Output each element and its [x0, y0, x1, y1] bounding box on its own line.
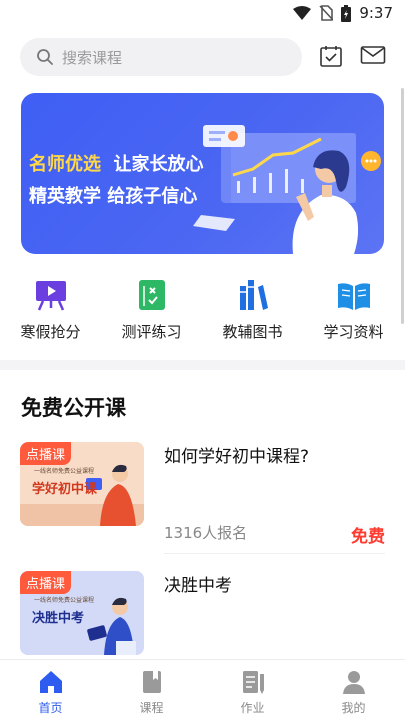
tab-label: 首页 — [38, 701, 63, 715]
tab-profile[interactable]: 我的 — [303, 660, 404, 720]
section-title: 免费公开课 — [21, 396, 126, 420]
exam-sheet-icon — [138, 280, 165, 310]
tab-home[interactable]: 首页 — [0, 660, 101, 720]
battery-icon — [341, 4, 352, 22]
banner-line-1: 名师优选 让家长放心 — [29, 154, 204, 175]
homework-icon — [242, 671, 264, 694]
presentation-icon — [35, 281, 66, 311]
books-icon — [239, 280, 268, 310]
course-price: 免费 — [351, 527, 385, 547]
course-separator — [164, 553, 385, 554]
tab-courses[interactable]: 课程 — [101, 660, 202, 720]
course-badge: 点播课 — [20, 442, 72, 465]
promo-banner[interactable]: 名师优选 让家长放心 精英教学 给孩子信心 — [21, 93, 384, 254]
thumbnail-subtitle: 一线名师免费公益课程 — [34, 468, 95, 475]
course-icon — [142, 671, 161, 693]
status-bar: 9:37 — [0, 0, 405, 28]
nav-label: 学习资料 — [323, 323, 384, 341]
course-badge: 点播课 — [20, 571, 72, 594]
wifi-icon — [293, 6, 312, 20]
course-enroll-count: 1316人报名 — [164, 524, 248, 542]
search-icon — [37, 49, 53, 65]
course-card[interactable]: 点播课 一线名师免费公益课程 学好初中课 如何学好初中课程? 1316人报名 免… — [0, 442, 405, 562]
nav-label: 教辅图书 — [222, 323, 283, 341]
calendar-check-icon[interactable] — [319, 44, 343, 68]
course-thumbnail: 点播课 一线名师免费公益课程 决胜中考 — [20, 571, 144, 655]
search-input[interactable]: 搜索课程 — [20, 38, 302, 76]
tab-label: 课程 — [139, 701, 164, 715]
no-sim-icon — [319, 5, 334, 21]
course-title: 决胜中考 — [164, 576, 232, 596]
header: 搜索课程 — [0, 36, 405, 78]
nav-item-study-materials[interactable]: 学习资料 — [303, 276, 404, 346]
profile-icon — [342, 671, 365, 694]
tab-homework[interactable]: 作业 — [202, 660, 303, 720]
banner-line-2: 精英教学 给孩子信心 — [29, 186, 198, 207]
nav-item-guide-books[interactable]: 教辅图书 — [202, 276, 303, 346]
tab-label: 作业 — [240, 701, 265, 715]
course-title: 如何学好初中课程? — [164, 447, 310, 467]
status-time: 9:37 — [359, 4, 393, 22]
mail-icon[interactable] — [360, 44, 386, 66]
open-book-icon — [337, 283, 370, 310]
nav-label: 测评练习 — [121, 323, 182, 341]
bottom-tab-bar: 首页 课程 作业 我的 — [0, 659, 405, 720]
thumbnail-title: 决胜中考 — [32, 611, 85, 626]
tab-label: 我的 — [341, 701, 366, 715]
nav-item-assessment[interactable]: 测评练习 — [101, 276, 202, 346]
nav-item-winter-boost[interactable]: 寒假抢分 — [0, 276, 101, 346]
nav-label: 寒假抢分 — [20, 323, 81, 341]
thumbnail-subtitle: 一线名师免费公益课程 — [34, 597, 95, 604]
section-divider — [0, 360, 405, 370]
thumbnail-title: 学好初中课 — [32, 482, 98, 497]
quick-nav: 寒假抢分 测评练习 教辅图书 学习资料 — [0, 276, 405, 346]
search-placeholder: 搜索课程 — [62, 48, 123, 67]
course-thumbnail: 点播课 一线名师免费公益课程 学好初中课 — [20, 442, 144, 526]
home-icon — [39, 671, 62, 693]
